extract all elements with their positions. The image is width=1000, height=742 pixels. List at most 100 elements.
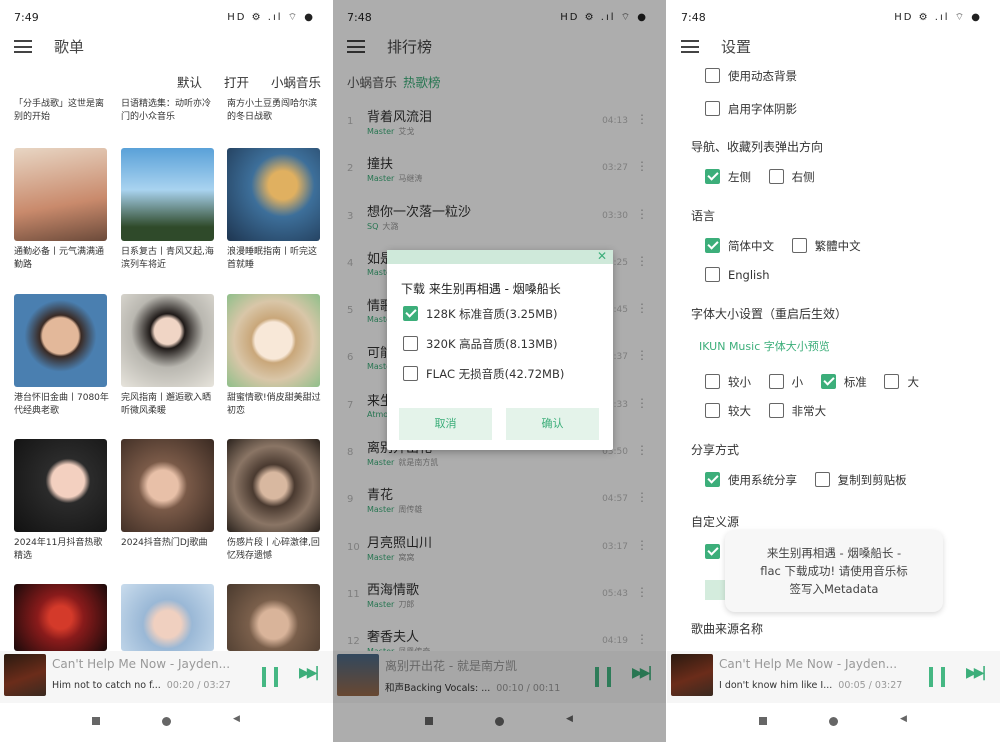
quality-option-128k[interactable]: 128K 标准音质(3.25MB): [403, 306, 558, 322]
option-label: 繁體中文: [814, 239, 861, 253]
playlist-card[interactable]: 完风指南丨邂逅歌入晒听微风柔暖: [121, 294, 217, 420]
checkbox-icon[interactable]: [403, 336, 418, 351]
playlist-caption[interactable]: 「分手战歌」这世是离别的开始: [14, 98, 110, 126]
checkbox-checked-icon[interactable]: [705, 544, 720, 559]
playlist-card[interactable]: 日系复古丨青风又起,海滨列车将近: [121, 148, 217, 274]
checkbox-checked-icon[interactable]: [705, 169, 720, 184]
home-nav-icon[interactable]: [829, 717, 838, 726]
checkbox-icon[interactable]: [884, 374, 900, 389]
share-clipboard-option[interactable]: 复制到剪贴板: [814, 472, 907, 487]
lang-english-option[interactable]: English: [705, 267, 770, 282]
setting-dynamic-bg[interactable]: 使用动态背景: [705, 68, 797, 84]
album-art[interactable]: [4, 654, 46, 696]
playlist-cover[interactable]: [227, 439, 320, 532]
mini-player[interactable]: Can't Help Me Now - Jayden... I don't kn…: [667, 651, 1000, 703]
quality-option-flac[interactable]: FLAC 无损音质(42.72MB): [403, 366, 564, 382]
home-nav-icon[interactable]: [162, 717, 171, 726]
playlist-cover[interactable]: [14, 294, 107, 387]
cancel-button[interactable]: 取消: [399, 408, 492, 440]
recents-nav-icon[interactable]: [759, 717, 767, 725]
playlist-cover[interactable]: [227, 148, 320, 241]
playlist-cover[interactable]: [227, 294, 320, 387]
playlist-cover[interactable]: [121, 148, 214, 241]
confirm-button[interactable]: 确认: [506, 408, 599, 440]
checkbox-icon[interactable]: [768, 169, 784, 184]
playlist-cover[interactable]: [14, 439, 107, 532]
menu-icon[interactable]: [681, 40, 699, 53]
lang-simplified-option[interactable]: 简体中文: [705, 238, 774, 253]
quality-option-320k[interactable]: 320K 高品音质(8.13MB): [403, 336, 558, 352]
sort-open[interactable]: 打开: [224, 75, 249, 90]
size-larger-option[interactable]: 较大: [705, 403, 751, 418]
nav-right-option[interactable]: 右侧: [768, 169, 815, 184]
checkbox-icon[interactable]: [814, 472, 830, 487]
mini-player[interactable]: Can't Help Me Now - Jayden... Him not to…: [0, 651, 333, 703]
playlist-cover[interactable]: [227, 584, 320, 651]
sort-default[interactable]: 默认: [177, 75, 202, 90]
checkbox-checked-icon[interactable]: [820, 374, 836, 389]
section-source-name: 歌曲来源名称: [691, 622, 764, 636]
player-time: 00:20 / 03:27: [166, 680, 231, 691]
playlist-card[interactable]: 伤感片段丨心碎激律,回忆残存遗憾: [227, 439, 323, 565]
checkbox-icon[interactable]: [705, 374, 720, 389]
custom-source-button[interactable]: [705, 580, 727, 600]
back-nav-icon[interactable]: ◀: [900, 714, 907, 724]
setting-font-shadow[interactable]: 启用字体阴影: [705, 101, 797, 117]
playlist-cover[interactable]: [14, 148, 107, 241]
page-title: 设置: [721, 38, 752, 56]
recents-nav-icon[interactable]: [92, 717, 100, 725]
size-small-option[interactable]: 小: [768, 374, 803, 389]
back-nav-icon[interactable]: ◀: [233, 714, 240, 724]
playlist-cover[interactable]: [14, 584, 107, 651]
pause-icon[interactable]: [262, 667, 278, 687]
album-art[interactable]: [671, 654, 713, 696]
nav-left-option[interactable]: 左侧: [705, 169, 751, 184]
checkbox-checked-icon[interactable]: [705, 472, 720, 487]
player-lyric: Him not to catch no f... 00:20 / 03:27: [52, 680, 231, 691]
playlist-card[interactable]: [121, 584, 217, 651]
checkbox-icon[interactable]: [768, 374, 784, 389]
pause-icon[interactable]: [929, 667, 945, 687]
playlist-card[interactable]: 港台怀旧金曲丨7080年代经典老歌: [14, 294, 110, 420]
checkbox-icon[interactable]: [768, 403, 784, 418]
menu-icon[interactable]: [14, 40, 32, 53]
system-nav-bar: ◀: [0, 706, 333, 736]
checkbox-checked-icon[interactable]: [705, 238, 720, 253]
option-label: 非常大: [791, 404, 827, 418]
playlist-caption: 甜蜜情歌!俏皮甜美甜过初恋: [227, 393, 321, 416]
playlist-card[interactable]: 甜蜜情歌!俏皮甜美甜过初恋: [227, 294, 323, 420]
sort-xiaowo[interactable]: 小蜗音乐: [271, 75, 321, 90]
playlist-cover[interactable]: [121, 294, 214, 387]
playlist-caption: 伤感片段丨心碎激律,回忆残存遗憾: [227, 538, 320, 561]
lang-traditional-option[interactable]: 繁體中文: [791, 238, 861, 253]
checkbox-icon[interactable]: [791, 238, 807, 253]
nav-direction-options: 左侧 右侧: [705, 169, 829, 185]
size-smaller-option[interactable]: 较小: [705, 374, 751, 389]
playlist-card[interactable]: 2024抖音热门DJ歌曲: [121, 439, 217, 565]
playlist-card[interactable]: 浪漫睡眠指南丨听完这首就睡: [227, 148, 323, 274]
playlist-caption[interactable]: 日语精选集：动听亦冷门的小众音乐: [121, 98, 217, 126]
checkbox-checked-icon[interactable]: [403, 306, 418, 321]
playlist-card[interactable]: [14, 584, 110, 651]
share-system-option[interactable]: 使用系统分享: [705, 472, 797, 487]
playlist-cover[interactable]: [121, 439, 214, 532]
checkbox-icon[interactable]: [705, 68, 720, 83]
size-large-option[interactable]: 大: [884, 374, 919, 389]
checkbox-icon[interactable]: [403, 366, 418, 381]
toast-line: flac 下载成功! 请使用音乐标: [760, 564, 908, 578]
size-standard-option[interactable]: 标准: [820, 374, 867, 389]
playlist-card[interactable]: 2024年11月抖音热歌精选: [14, 439, 110, 565]
playlist-card[interactable]: 通勤必备丨元气满满通勤路: [14, 148, 110, 274]
option-label: 较小: [728, 375, 751, 389]
checkbox-icon[interactable]: [705, 101, 720, 116]
playlist-cover[interactable]: [121, 584, 214, 651]
skip-next-icon[interactable]: ▶▶|: [299, 665, 320, 681]
playlist-card[interactable]: [227, 584, 323, 651]
skip-next-icon[interactable]: ▶▶|: [966, 665, 987, 681]
checkbox-icon[interactable]: [705, 267, 720, 282]
option-label: 复制到剪贴板: [837, 473, 907, 487]
playlist-caption[interactable]: 南方小土豆勇闯哈尔滨的冬日战歌: [227, 98, 323, 126]
close-icon[interactable]: ✕: [597, 249, 607, 263]
size-huge-option[interactable]: 非常大: [768, 403, 827, 418]
checkbox-icon[interactable]: [705, 403, 720, 418]
